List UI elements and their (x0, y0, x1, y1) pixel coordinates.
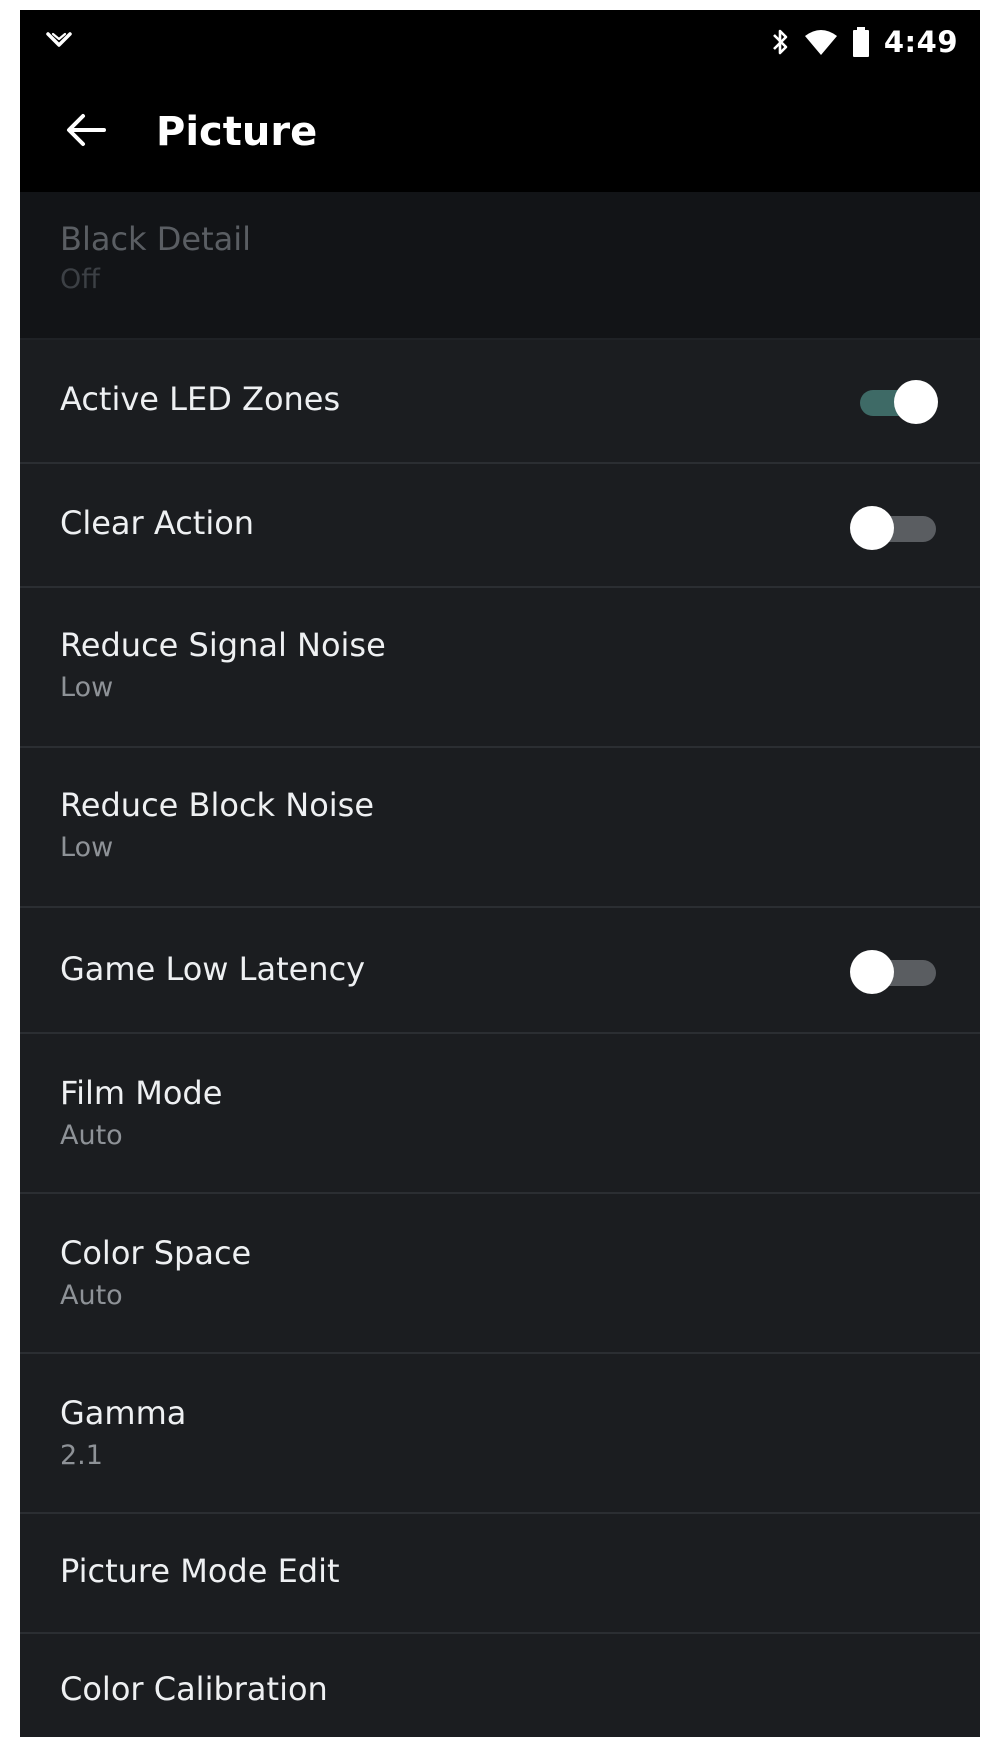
setting-color-space[interactable]: Color Space Auto (20, 1194, 980, 1354)
battery-icon (852, 26, 870, 58)
setting-value: Auto (60, 1280, 123, 1311)
toggle-thumb (894, 380, 938, 424)
setting-title: Color Space (60, 1234, 252, 1272)
setting-title: Reduce Block Noise (60, 786, 375, 824)
setting-reduce-signal-noise[interactable]: Reduce Signal Noise Low (20, 588, 980, 748)
setting-value: Auto (60, 1120, 123, 1151)
setting-game-low-latency[interactable]: Game Low Latency (20, 908, 980, 1034)
wifi-icon (804, 28, 838, 56)
setting-title: Clear Action (60, 504, 255, 542)
setting-title: Reduce Signal Noise (60, 626, 386, 664)
setting-gamma[interactable]: Gamma 2.1 (20, 1354, 980, 1514)
status-bar: 4:49 (20, 10, 980, 74)
setting-clear-action[interactable]: Clear Action (20, 464, 980, 588)
setting-title: Active LED Zones (60, 380, 341, 418)
setting-reduce-block-noise[interactable]: Reduce Block Noise Low (20, 748, 980, 908)
setting-title: Gamma (60, 1394, 187, 1432)
setting-title: Black Detail (60, 220, 252, 258)
settings-list: Black Detail Off Active LED Zones Clear … (20, 192, 980, 1737)
back-button[interactable] (56, 102, 116, 162)
setting-black-detail[interactable]: Black Detail Off (20, 192, 980, 340)
setting-active-led-zones[interactable]: Active LED Zones (20, 340, 980, 464)
setting-value: 2.1 (60, 1440, 103, 1471)
setting-value: Low (60, 832, 114, 863)
setting-title: Game Low Latency (60, 950, 366, 988)
arrow-left-icon (66, 113, 106, 151)
active-led-zones-toggle[interactable] (850, 378, 940, 424)
setting-color-calibration[interactable]: Color Calibration (20, 1634, 980, 1737)
setting-picture-mode-edit[interactable]: Picture Mode Edit (20, 1514, 980, 1634)
vizio-v-logo-icon (46, 28, 72, 54)
page-title: Picture (156, 109, 318, 155)
setting-value: Low (60, 672, 114, 703)
toggle-thumb (850, 950, 894, 994)
status-time: 4:49 (883, 25, 958, 59)
setting-title: Picture Mode Edit (60, 1552, 340, 1590)
setting-film-mode[interactable]: Film Mode Auto (20, 1034, 980, 1194)
setting-title: Film Mode (60, 1074, 223, 1112)
setting-title: Color Calibration (60, 1670, 328, 1708)
phone-screen: 4:49 Picture Black Detail Off Active LED… (20, 10, 980, 1737)
clear-action-toggle[interactable] (850, 504, 940, 550)
game-low-latency-toggle[interactable] (850, 948, 940, 994)
app-bar: Picture (20, 74, 980, 192)
status-icons: 4:49 (770, 22, 958, 62)
setting-value: Off (60, 264, 100, 295)
toggle-thumb (850, 506, 894, 550)
bluetooth-icon (770, 27, 790, 57)
